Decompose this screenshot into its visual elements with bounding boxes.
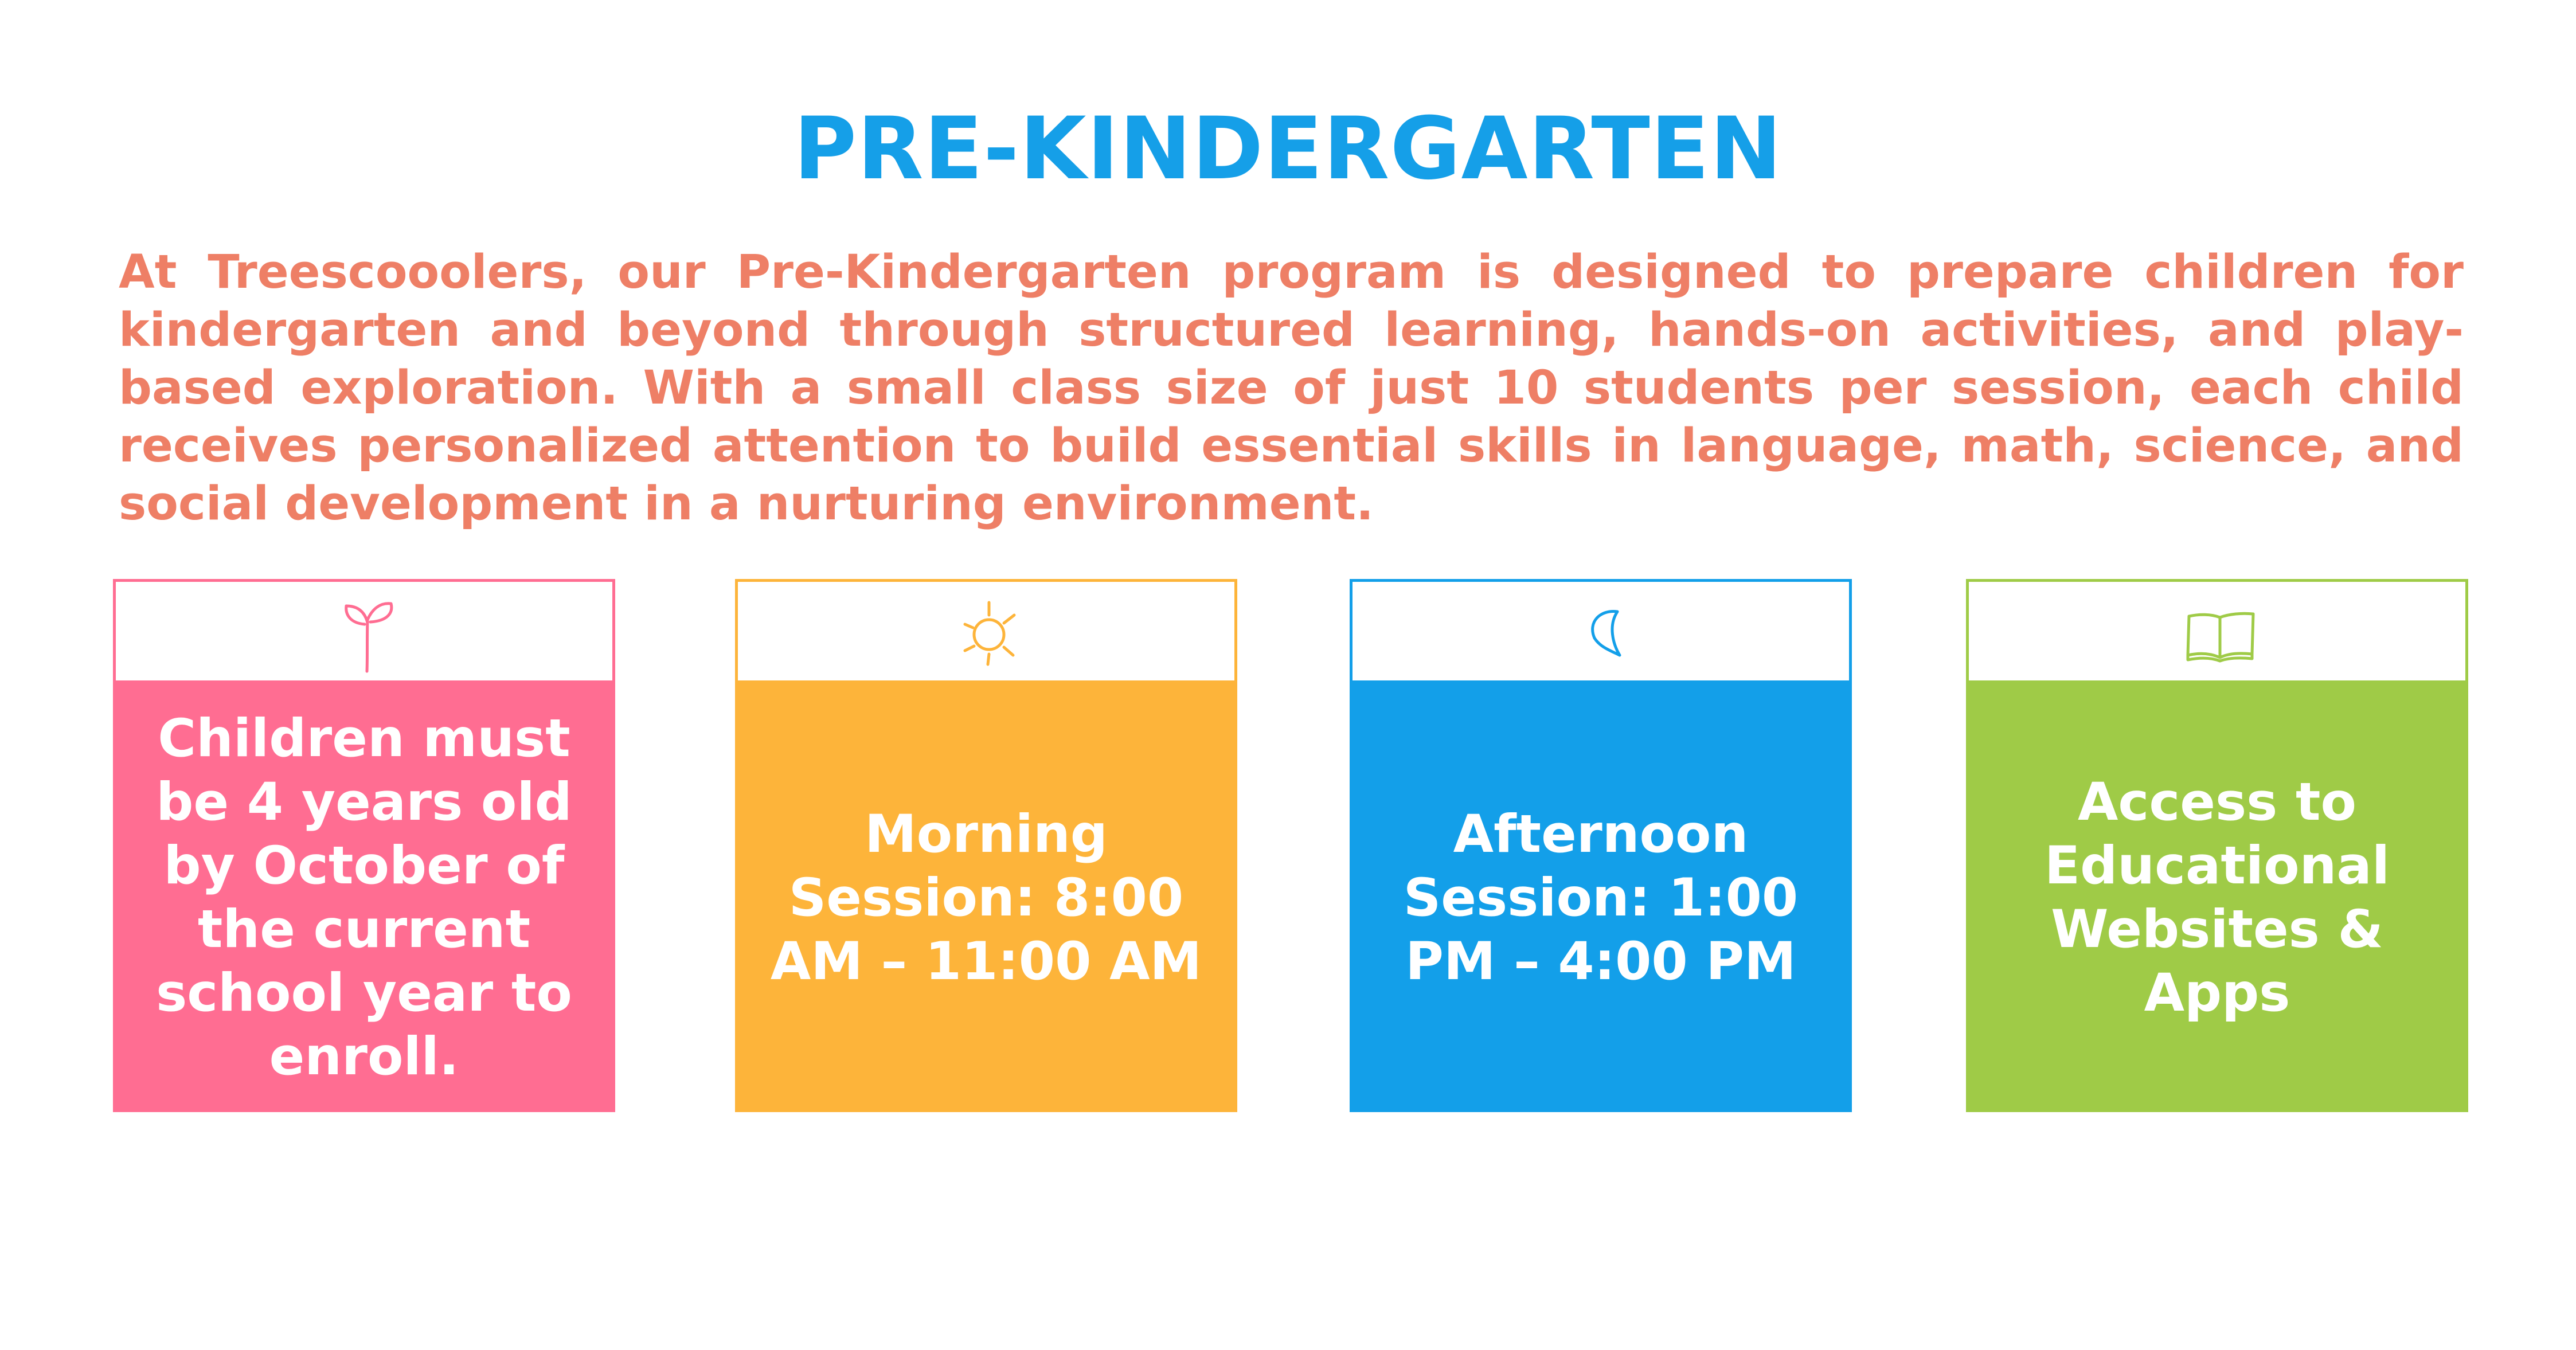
card-body: Afternoon Session: 1:00 PM – 4:00 PM: [1350, 683, 1852, 1112]
card-body: Morning Session: 8:00 AM – 11:00 AM: [735, 683, 1237, 1112]
crescent-moon-icon: [1591, 610, 1621, 657]
card-educational-websites: Access to Educational Websites & Apps: [1966, 579, 2468, 1112]
card-afternoon-session: Afternoon Session: 1:00 PM – 4:00 PM: [1350, 579, 1852, 1112]
card-header: [113, 579, 615, 683]
card-text: Morning Session: 8:00 AM – 11:00 AM: [770, 804, 1202, 992]
card-header: [735, 579, 1237, 683]
card-text: Afternoon Session: 1:00 PM – 4:00 PM: [1403, 804, 1799, 992]
open-book-icon: [2186, 612, 2255, 663]
intro-paragraph: At Treescooolers, our Pre-Kindergarten p…: [119, 245, 2464, 531]
page-title: PRE-KINDERGARTEN: [793, 99, 1783, 199]
card-header: [1966, 579, 2468, 683]
card-age-requirement: Children must be 4 years old by October …: [113, 579, 615, 1112]
card-text: Access to Educational Websites & Apps: [2044, 772, 2390, 1023]
card-body: Children must be 4 years old by October …: [113, 683, 615, 1112]
sprout-icon: [345, 602, 393, 673]
card-text: Children must be 4 years old by October …: [156, 709, 572, 1087]
card-header: [1350, 579, 1852, 683]
card-body: Access to Educational Websites & Apps: [1966, 683, 2468, 1112]
card-morning-session: Morning Session: 8:00 AM – 11:00 AM: [735, 579, 1237, 1112]
sun-icon: [963, 601, 1016, 666]
